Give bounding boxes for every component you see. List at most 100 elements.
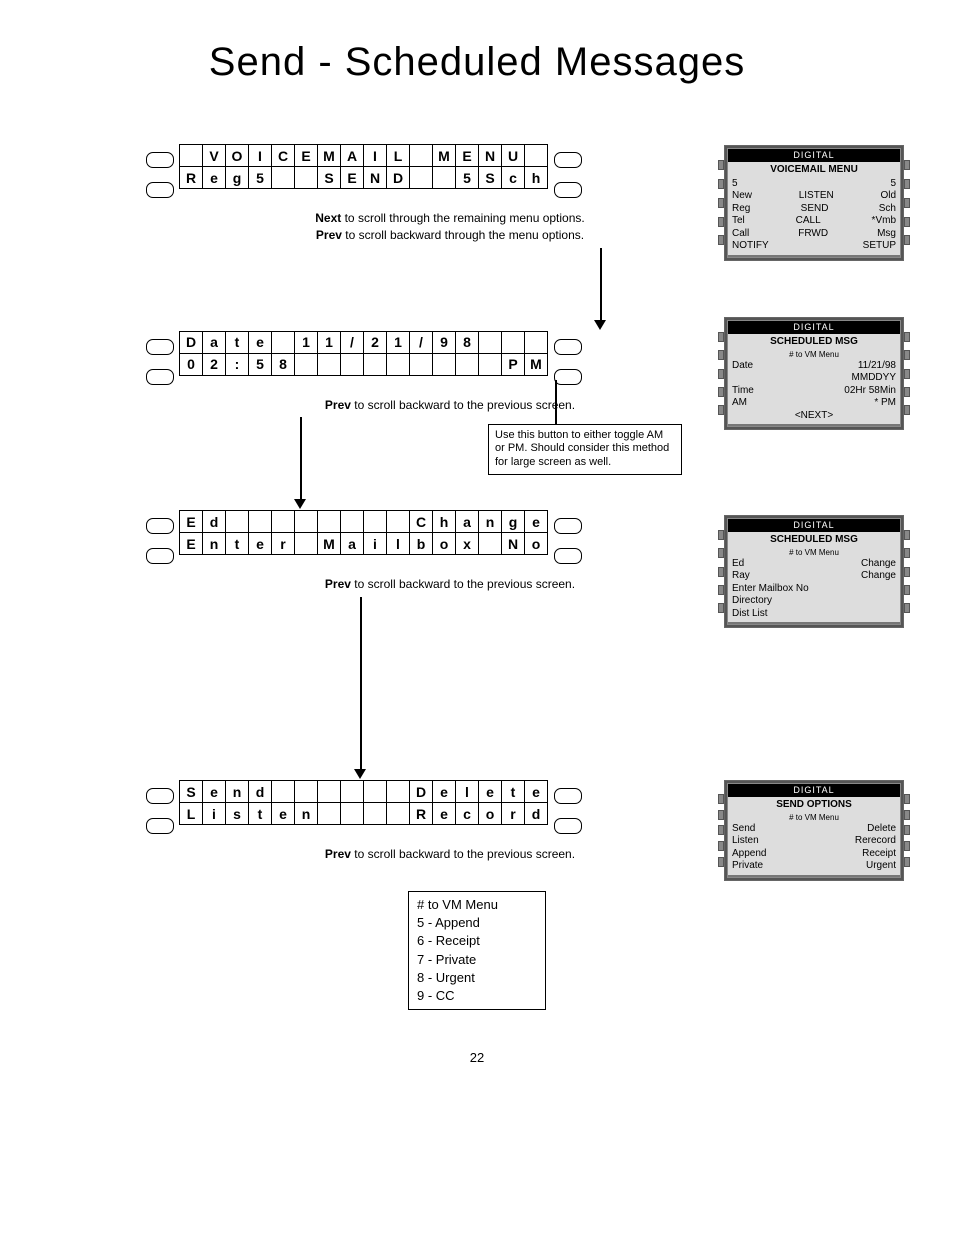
lcd-cell: h	[432, 510, 456, 533]
option-item: 6 - Receipt	[417, 932, 537, 950]
lcd-cell	[294, 532, 318, 555]
lcd-cell: e	[432, 780, 456, 803]
lcd-cell	[432, 353, 456, 376]
phone-screenshot: DIGITALVOICEMAIL MENU55NewLISTENOldRegSE…	[724, 145, 904, 261]
phone-screenshot: DIGITALSEND OPTIONS# to VM MenuSendDelet…	[724, 780, 904, 881]
lcd-cell: N	[478, 144, 502, 167]
lcd-cell: e	[248, 331, 272, 354]
lcd-cell: 2	[363, 331, 387, 354]
phone-row: Dist List	[732, 608, 896, 621]
lcd-cell: L	[386, 144, 410, 167]
phone-row: 55	[732, 178, 896, 191]
softkey-right[interactable]	[554, 152, 582, 168]
lcd-cell: e	[432, 802, 456, 825]
lcd-cell	[271, 780, 295, 803]
lcd-cell: o	[432, 532, 456, 555]
lcd-cell: D	[409, 780, 433, 803]
softkey-left[interactable]	[146, 369, 174, 385]
lcd-cell: x	[455, 532, 479, 555]
phone-subheading: # to VM Menu	[732, 548, 896, 558]
lcd-cell	[248, 510, 272, 533]
lcd-panel: VOICEMAIL MENU Reg5 SEND 5Sch	[140, 145, 760, 202]
phone-row: PrivateUrgent	[732, 860, 896, 873]
lcd-cell: N	[501, 532, 525, 555]
lcd-cell	[386, 353, 410, 376]
lcd-cell	[340, 780, 364, 803]
phone-row: Date11/21/98	[732, 360, 896, 373]
softkey-right[interactable]	[554, 788, 582, 804]
option-item: 5 - Append	[417, 914, 537, 932]
lcd-cell: I	[248, 144, 272, 167]
softkey-left[interactable]	[146, 788, 174, 804]
lcd-cell: 2	[202, 353, 226, 376]
phone-row: MMDDYY	[732, 372, 896, 385]
lcd-cell	[271, 510, 295, 533]
lcd-cell	[501, 331, 525, 354]
phone-row: EdChange	[732, 558, 896, 571]
option-item: 9 - CC	[417, 987, 537, 1005]
lcd-cell: :	[225, 353, 249, 376]
lcd-cell: i	[202, 802, 226, 825]
lcd-cell	[340, 353, 364, 376]
panel-caption: Prev to scroll backward to the previous …	[140, 846, 760, 863]
phone-heading: SEND OPTIONS	[732, 799, 896, 812]
lcd-cell: a	[340, 532, 364, 555]
lcd-cell: V	[202, 144, 226, 167]
lcd-cell: A	[340, 144, 364, 167]
lcd-cell	[294, 353, 318, 376]
lcd-cell: n	[294, 802, 318, 825]
softkey-left[interactable]	[146, 182, 174, 198]
phone-heading: SCHEDULED MSG	[732, 336, 896, 349]
lcd-cell: t	[225, 331, 249, 354]
softkey-left[interactable]	[146, 818, 174, 834]
lcd-cell: 0	[179, 353, 203, 376]
lcd-cell: d	[248, 780, 272, 803]
lcd-cell: l	[386, 532, 410, 555]
lcd-cell	[271, 331, 295, 354]
lcd-cell: D	[386, 166, 410, 189]
lcd-cell: D	[179, 331, 203, 354]
page-number: 22	[60, 1050, 894, 1065]
lcd-cell: N	[363, 166, 387, 189]
lcd-cell: 1	[386, 331, 410, 354]
lcd-cell: b	[409, 532, 433, 555]
lcd-cell	[179, 144, 203, 167]
lcd-cell: d	[524, 802, 548, 825]
lcd-cell	[363, 780, 387, 803]
softkey-left[interactable]	[146, 548, 174, 564]
lcd-cell	[409, 166, 433, 189]
lcd-cell: L	[179, 802, 203, 825]
lcd-cell: P	[501, 353, 525, 376]
phone-row: ListenRerecord	[732, 835, 896, 848]
softkey-right[interactable]	[554, 818, 582, 834]
lcd-cell: r	[271, 532, 295, 555]
phone-subheading: # to VM Menu	[732, 350, 896, 360]
softkey-left[interactable]	[146, 339, 174, 355]
lcd-cell: n	[225, 780, 249, 803]
lcd-cell	[455, 353, 479, 376]
lcd-cell: e	[202, 780, 226, 803]
lcd-cell: e	[524, 780, 548, 803]
softkey-right[interactable]	[554, 369, 582, 385]
phone-heading: VOICEMAIL MENU	[732, 164, 896, 177]
phone-brand: DIGITAL	[728, 784, 900, 797]
lcd-cell	[317, 780, 341, 803]
option-item: 8 - Urgent	[417, 969, 537, 987]
softkey-left[interactable]	[146, 152, 174, 168]
softkey-left[interactable]	[146, 518, 174, 534]
lcd-cell: o	[524, 532, 548, 555]
lcd-cell: U	[501, 144, 525, 167]
lcd-cell	[409, 144, 433, 167]
phone-screenshot: DIGITALSCHEDULED MSG# to VM MenuEdChange…	[724, 515, 904, 628]
softkey-right[interactable]	[554, 339, 582, 355]
lcd-cell: E	[340, 166, 364, 189]
softkey-right[interactable]	[554, 518, 582, 534]
softkey-right[interactable]	[554, 548, 582, 564]
panel-caption: Prev to scroll backward to the previous …	[140, 397, 760, 414]
lcd-cell: /	[409, 331, 433, 354]
softkey-right[interactable]	[554, 182, 582, 198]
lcd-cell: C	[409, 510, 433, 533]
lcd-cell	[317, 510, 341, 533]
lcd-cell: a	[202, 331, 226, 354]
lcd-cell: O	[225, 144, 249, 167]
